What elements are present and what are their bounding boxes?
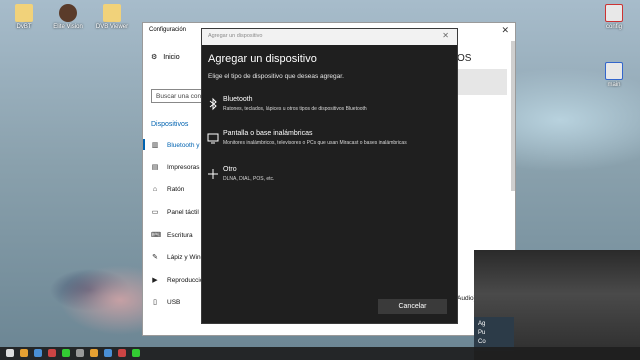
section-title: Dispositivos: [151, 121, 189, 128]
sidebar-item-usb[interactable]: ▯ USB: [151, 298, 180, 307]
notification-card[interactable]: Ag Pu Co: [474, 317, 514, 351]
desktop-icon-elite[interactable]: Elite Vision: [46, 4, 90, 30]
sidebar-item-typing[interactable]: ⌨ Escritura: [151, 231, 193, 240]
option-title: Otro: [223, 166, 237, 173]
autoplay-icon: ▶: [152, 277, 158, 284]
desktop-icon-main[interactable]: main: [592, 62, 636, 88]
desktop-icon-config[interactable]: config: [592, 4, 636, 30]
monitor-icon: [207, 133, 219, 144]
app-icon: [59, 4, 77, 22]
start-icon[interactable]: [6, 349, 14, 357]
desktop-icon-dvbt[interactable]: DvBT: [2, 4, 46, 30]
option-bluetooth[interactable]: Bluetooth Ratones, teclados, lápices u o…: [206, 95, 454, 121]
keyboard-icon: ⌨: [151, 232, 162, 239]
settings-sidebar: ⚙ Inicio Buscar una config Dispositivos …: [143, 41, 221, 335]
right-heading: OS: [457, 53, 472, 64]
close-icon[interactable]: ✕: [501, 25, 509, 36]
desktop-icon-dvbviewer[interactable]: DVB Viewer: [90, 4, 134, 30]
option-display[interactable]: Pantalla o base inalámbricas Monitores i…: [206, 129, 454, 155]
add-device-dialog[interactable]: Agregar un dispositivo ✕ Agregar un disp…: [201, 28, 458, 324]
cancel-button[interactable]: Cancelar: [378, 299, 447, 314]
app-icon[interactable]: [48, 349, 56, 357]
sidebar-item-touchpad[interactable]: ▭ Panel táctil: [151, 208, 199, 217]
sidebar-item-pen[interactable]: ✎ Lápiz y Wind: [151, 253, 204, 262]
option-title: Pantalla o base inalámbricas: [223, 130, 313, 137]
sidebar-item-mouse[interactable]: ⌂ Ratón: [151, 186, 184, 193]
window-title: Configuración: [149, 27, 187, 33]
app-icon[interactable]: [62, 349, 70, 357]
plus-icon: [208, 169, 218, 179]
option-desc: Monitores inalámbricos, televisores o PC…: [223, 140, 407, 146]
file-icon: [15, 4, 33, 22]
app-icon[interactable]: [132, 349, 140, 357]
file-icon: [103, 4, 121, 22]
sidebar-item-bluetooth[interactable]: ▥ Bluetooth y: [143, 139, 200, 150]
right-text: Audio): [457, 295, 476, 302]
dialog-subtitle: Elige el tipo de dispositivo que deseas …: [208, 73, 344, 80]
mouse-icon: ⌂: [152, 186, 158, 193]
sidebar-item-autoplay[interactable]: ▶ Reproducción: [151, 276, 207, 285]
pen-icon: ✎: [152, 254, 158, 261]
option-desc: DLNA, DIAL, POS, etc.: [223, 176, 275, 182]
app-icon[interactable]: [104, 349, 112, 357]
gear-icon: ⚙: [151, 54, 158, 61]
add-device-button[interactable]: [457, 69, 507, 95]
taskbar: [0, 347, 640, 360]
close-icon[interactable]: ✕: [442, 31, 449, 40]
app-icon: [605, 4, 623, 22]
app-icon[interactable]: [118, 349, 126, 357]
usb-icon: ▯: [153, 299, 157, 306]
option-title: Bluetooth: [223, 96, 253, 103]
sidebar-item-printers[interactable]: ▤ Impresoras y: [151, 163, 205, 172]
bluetooth-icon: ▥: [151, 142, 159, 149]
printer-icon: ▤: [151, 164, 159, 171]
dialog-heading: Agregar un dispositivo: [208, 53, 317, 65]
app-icon[interactable]: [90, 349, 98, 357]
option-desc: Ratones, teclados, lápices u otros tipos…: [223, 106, 367, 112]
sidebar-item-home[interactable]: ⚙ Inicio: [151, 53, 180, 62]
dialog-titlebar: Agregar un dispositivo ✕: [202, 29, 457, 45]
app-icon: [605, 62, 623, 80]
bluetooth-icon: [209, 97, 217, 111]
app-icon[interactable]: [76, 349, 84, 357]
dialog-titlebar-text: Agregar un dispositivo: [208, 33, 263, 39]
app-icon[interactable]: [20, 349, 28, 357]
app-icon[interactable]: [34, 349, 42, 357]
option-other[interactable]: Otro DLNA, DIAL, POS, etc.: [206, 165, 454, 191]
touchpad-icon: ▭: [151, 209, 159, 216]
scrollbar[interactable]: [511, 41, 515, 191]
